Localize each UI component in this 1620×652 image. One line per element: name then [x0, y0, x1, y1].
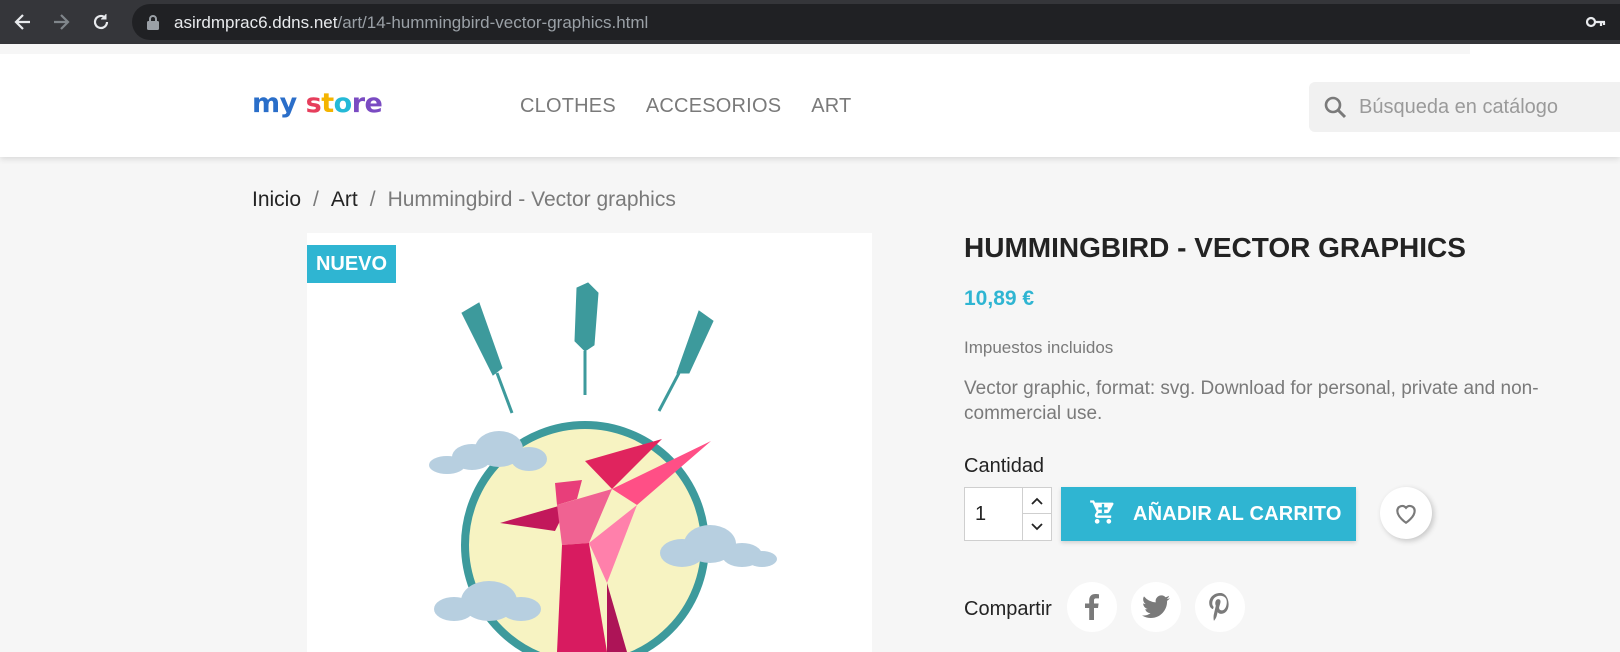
share-twitter-button[interactable]: [1131, 582, 1181, 632]
product-description: Vector graphic, format: svg. Download fo…: [964, 378, 1539, 424]
wishlist-button[interactable]: [1380, 487, 1432, 539]
product-image[interactable]: [307, 233, 872, 652]
quantity-stepper[interactable]: 1: [964, 487, 1052, 541]
add-to-cart-label: AÑADIR AL CARRITO: [1133, 502, 1342, 525]
search-input[interactable]: Búsqueda en catálogo: [1309, 82, 1620, 132]
address-bar[interactable]: asirdmprac6.ddns.net/art/14-hummingbird-…: [132, 4, 1620, 40]
back-icon[interactable]: [10, 9, 36, 35]
quantity-label: Cantidad: [964, 455, 1045, 477]
add-to-cart-button[interactable]: AÑADIR AL CARRITO: [1061, 487, 1356, 541]
main-menu: CLOTHES ACCESORIOS ART: [520, 95, 851, 118]
facebook-icon: [1085, 594, 1099, 620]
share-pinterest-button[interactable]: [1195, 582, 1245, 632]
quantity-input[interactable]: 1: [975, 503, 986, 526]
chevron-down-icon: [1031, 523, 1043, 531]
quantity-decrease-button[interactable]: [1022, 514, 1051, 540]
breadcrumb-item-art[interactable]: Art: [331, 188, 358, 212]
search-placeholder: Búsqueda en catálogo: [1359, 96, 1559, 118]
new-badge: NUEVO: [307, 245, 396, 283]
tax-note: Impuestos incluidos: [964, 338, 1114, 357]
cart-icon: [1089, 498, 1117, 531]
forward-icon[interactable]: [48, 9, 74, 35]
menu-item-clothes[interactable]: CLOTHES: [520, 95, 616, 118]
share-facebook-button[interactable]: [1067, 582, 1117, 632]
search-icon[interactable]: [1323, 95, 1347, 124]
url-text: asirdmprac6.ddns.net/art/14-hummingbird-…: [174, 13, 649, 32]
share-label: Compartir: [964, 598, 1052, 620]
heart-icon: [1396, 504, 1416, 525]
menu-item-accesorios[interactable]: ACCESORIOS: [646, 95, 781, 118]
store-header: my store CLOTHES ACCESORIOS ART Búsqueda…: [0, 44, 1620, 157]
pinterest-icon: [1209, 593, 1229, 621]
menu-item-art[interactable]: ART: [811, 95, 851, 118]
lock-icon: [146, 14, 160, 35]
store-logo[interactable]: my store: [252, 88, 383, 119]
breadcrumb-item-home[interactable]: Inicio: [252, 188, 301, 212]
chevron-up-icon: [1031, 497, 1043, 505]
product-price: 10,89 €: [964, 287, 1035, 310]
breadcrumb-separator: /: [313, 188, 319, 211]
breadcrumb-separator: /: [369, 188, 376, 211]
breadcrumb: Inicio / Art / Hummingbird - Vector grap…: [252, 188, 676, 212]
product-title: HUMMINGBIRD - VECTOR GRAPHICS: [964, 232, 1466, 263]
browser-toolbar: asirdmprac6.ddns.net/art/14-hummingbird-…: [0, 0, 1620, 44]
quantity-increase-button[interactable]: [1022, 488, 1051, 514]
twitter-icon: [1142, 595, 1170, 618]
reload-icon[interactable]: [88, 9, 114, 35]
key-icon[interactable]: [1585, 14, 1606, 35]
breadcrumb-item-current: Hummingbird - Vector graphics: [387, 188, 676, 211]
header-top-strip: [0, 44, 1620, 54]
hummingbird-illustration: [429, 282, 777, 652]
